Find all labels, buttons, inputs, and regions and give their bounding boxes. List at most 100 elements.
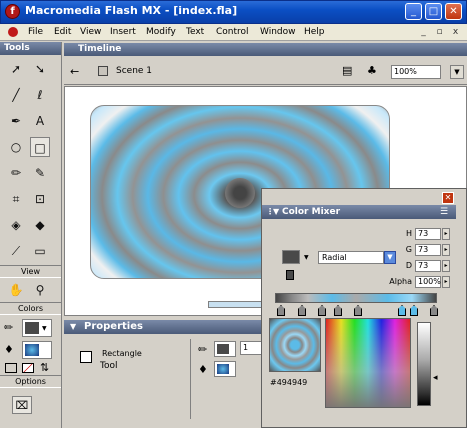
brightness-slider[interactable] <box>417 322 431 406</box>
edit-scene-icon[interactable]: ▤ <box>342 64 358 78</box>
menu-view[interactable]: View <box>80 27 101 37</box>
view-section-label: View <box>0 265 61 278</box>
pencil-tool[interactable]: ✏ <box>6 163 26 183</box>
tools-title: Tools <box>4 43 30 53</box>
colors-section: ✏ ▼ ♦ ⇅ <box>0 315 61 375</box>
black-white-icon[interactable] <box>5 363 17 373</box>
horizontal-scrollbar-thumb[interactable] <box>208 301 268 308</box>
hand-icon: ✋ <box>8 283 24 297</box>
stroke-pencil-icon: ✏ <box>4 321 14 334</box>
pen-icon: ✒ <box>10 114 22 128</box>
mixer-stroke-swatch[interactable] <box>282 250 300 264</box>
round-rectangle-option-icon[interactable]: ⌧ <box>12 396 32 414</box>
stroke-height-field[interactable]: 1 <box>240 341 262 355</box>
back-arrow-icon[interactable]: ← <box>70 65 79 78</box>
ink-bottle-tool[interactable]: ◈ <box>6 215 26 235</box>
fill-type-select[interactable]: Radial <box>318 251 384 264</box>
timeline-label: Timeline <box>78 44 122 54</box>
gradient-bar[interactable] <box>275 293 437 303</box>
arrow-tool[interactable]: ➚ <box>6 59 26 79</box>
fill-transform-icon: ⊡ <box>34 192 46 206</box>
props-fill-swatch[interactable] <box>214 361 236 377</box>
colors-section-label: Colors <box>0 302 61 315</box>
rectangle-tool[interactable]: □ <box>30 137 50 157</box>
menu-insert[interactable]: Insert <box>110 27 136 37</box>
lasso-tool[interactable]: ℓ <box>30 85 50 105</box>
stroke-pencil-icon: ✏ <box>198 343 208 356</box>
paint-bucket-tool[interactable]: ◆ <box>30 215 50 235</box>
g-label: G <box>405 245 412 254</box>
edit-symbol-icon[interactable]: ♣ <box>367 64 383 78</box>
swatch-dropdown-icon[interactable]: ▼ <box>304 254 309 261</box>
d-field[interactable]: 73 <box>415 260 441 272</box>
ink-bottle-icon: ◈ <box>11 218 21 232</box>
eyedropper-tool[interactable]: ⟋ <box>6 241 26 261</box>
pen-tool[interactable]: ✒ <box>6 111 26 131</box>
hex-value[interactable]: #494949 <box>270 378 307 387</box>
divider <box>190 339 191 419</box>
d-label: D <box>405 261 412 270</box>
color-spectrum[interactable] <box>325 318 411 408</box>
flash-app-icon[interactable]: f <box>5 4 20 19</box>
fill-transform-tool[interactable]: ⊡ <box>30 189 50 209</box>
rectangle-tool-icon <box>80 351 92 363</box>
menu-text[interactable]: Text <box>186 27 204 37</box>
g-stepper[interactable]: ▸ <box>442 244 450 256</box>
oval-tool[interactable]: ○ <box>6 137 26 157</box>
menu-file[interactable]: File <box>28 27 43 37</box>
eraser-tool[interactable]: ▭ <box>30 241 50 261</box>
subselect-icon: ➘ <box>34 62 46 76</box>
hand-tool[interactable]: ✋ <box>6 280 26 300</box>
lasso-icon: ℓ <box>37 88 43 102</box>
no-color-icon[interactable] <box>22 363 34 373</box>
alpha-field[interactable]: 100% <box>415 276 441 288</box>
line-icon: ╱ <box>12 88 20 102</box>
mixer-close-button[interactable]: ✕ <box>442 192 454 204</box>
h-label: H <box>405 229 412 238</box>
menu-help[interactable]: Help <box>304 27 325 37</box>
options-menu-icon[interactable]: ☰ <box>440 207 448 217</box>
oval-icon: ○ <box>10 140 22 154</box>
tool-sub-label: Tool <box>100 361 118 371</box>
g-field[interactable]: 73 <box>415 244 441 256</box>
alpha-stepper[interactable]: ▸ <box>442 276 450 288</box>
maximize-button[interactable]: □ <box>425 3 442 20</box>
window-title: Macromedia Flash MX - [index.fla] <box>25 4 238 17</box>
doc-minimize-button[interactable]: _ <box>418 27 429 38</box>
collapse-arrow-icon: ▼ <box>273 207 280 216</box>
timeline-panel-header[interactable]: Timeline <box>64 43 467 56</box>
d-stepper[interactable]: ▸ <box>442 260 450 272</box>
collapse-arrow-icon: ▼ <box>70 322 77 331</box>
props-stroke-swatch[interactable] <box>214 341 236 357</box>
menu-edit[interactable]: Edit <box>54 27 71 37</box>
doc-restore-button[interactable]: ▫ <box>434 27 445 38</box>
zoom-dropdown-icon[interactable]: ▼ <box>450 65 464 79</box>
arrow-icon: ➚ <box>10 62 22 76</box>
doc-close-button[interactable]: x <box>450 27 461 38</box>
fill-color-swatch[interactable] <box>22 341 52 359</box>
menu-modify[interactable]: Modify <box>146 27 176 37</box>
zoom-field[interactable]: 100% <box>391 65 441 79</box>
swap-colors-icon[interactable]: ⇅ <box>40 361 49 374</box>
minimize-button[interactable]: _ <box>405 3 422 20</box>
brightness-pointer-icon[interactable]: ◂ <box>433 373 438 383</box>
properties-label: Properties <box>84 321 143 332</box>
document-icon[interactable] <box>8 27 18 37</box>
h-field[interactable]: 73 <box>415 228 441 240</box>
close-button[interactable]: ✕ <box>445 3 462 20</box>
zoom-tool[interactable]: ⚲ <box>30 280 50 300</box>
subselect-tool[interactable]: ➘ <box>30 59 50 79</box>
stroke-color-swatch[interactable]: ▼ <box>22 319 52 337</box>
text-tool[interactable]: A <box>30 111 50 131</box>
gradient-preview <box>269 318 321 372</box>
menu-control[interactable]: Control <box>216 27 249 37</box>
h-stepper[interactable]: ▸ <box>442 228 450 240</box>
menu-window[interactable]: Window <box>260 27 296 37</box>
line-tool[interactable]: ╱ <box>6 85 26 105</box>
free-transform-tool[interactable]: ⌗ <box>6 189 26 209</box>
brush-tool[interactable]: ✎ <box>30 163 50 183</box>
tools-panel-header[interactable]: Tools <box>0 42 61 55</box>
fill-bucket-icon: ♦ <box>4 343 14 356</box>
alpha-label: Alpha <box>389 277 412 286</box>
color-mixer-header[interactable]: ⋮ ▼ Color Mixer <box>262 205 456 219</box>
